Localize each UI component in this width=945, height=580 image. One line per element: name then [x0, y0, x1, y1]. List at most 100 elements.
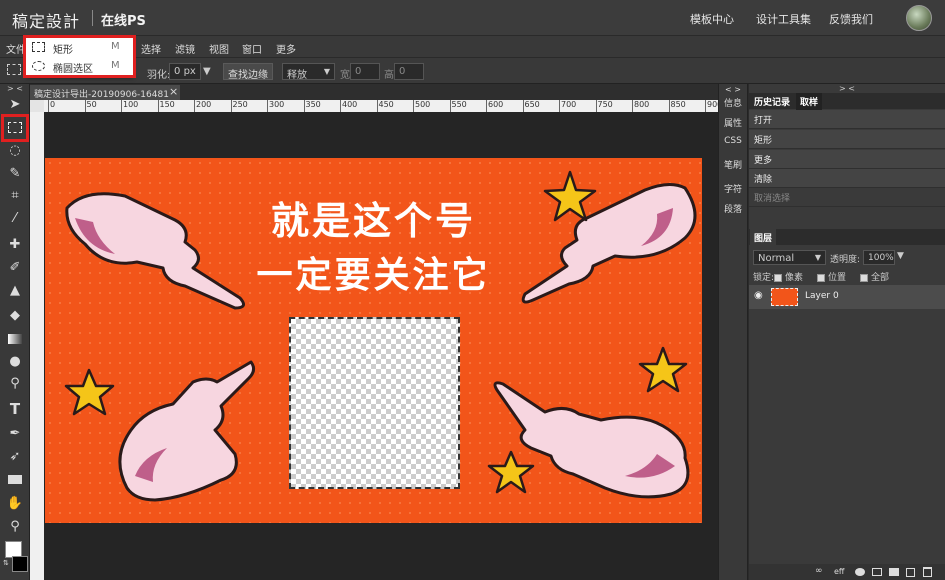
- menu-window[interactable]: 窗口: [242, 41, 262, 56]
- hand-tool-icon[interactable]: ✋: [4, 494, 26, 514]
- panel-css-button[interactable]: CSS: [718, 136, 748, 146]
- ruler-tick: [340, 100, 341, 112]
- ruler-tick: [449, 100, 451, 112]
- panel-paragraph-button[interactable]: 段落: [718, 202, 748, 215]
- refine-edge-button[interactable]: 查找边缘: [223, 63, 273, 81]
- transparent-selection[interactable]: [289, 317, 460, 489]
- history-item-disabled[interactable]: 取消选择: [749, 188, 945, 207]
- zoom-tool-icon[interactable]: ⚲: [4, 517, 26, 537]
- move-tool-icon[interactable]: ➤: [4, 95, 26, 115]
- ruler-tick: [668, 100, 670, 112]
- ruler-tick-label: 700: [561, 100, 577, 109]
- lasso-tool-icon[interactable]: ◌: [4, 141, 26, 161]
- feather-value: 0: [174, 66, 181, 77]
- vertical-ruler: [30, 112, 44, 580]
- nav-template-center[interactable]: 模板中心: [690, 11, 734, 27]
- menu-view[interactable]: 视图: [209, 41, 229, 56]
- lock-position-checkbox[interactable]: 位置: [817, 270, 846, 283]
- star-icon-3: [638, 346, 688, 393]
- fx-icon[interactable]: eff: [834, 567, 844, 576]
- eyedropper-icon[interactable]: ⁄: [4, 209, 26, 229]
- panel-character-button[interactable]: 字符: [718, 182, 748, 195]
- path-select-icon[interactable]: ➶: [4, 447, 26, 467]
- pen-tool-icon[interactable]: ✒: [4, 424, 26, 444]
- tab-history[interactable]: 历史记录: [750, 93, 794, 110]
- ruler-tick: [157, 100, 159, 112]
- menu-more[interactable]: 更多: [276, 41, 296, 56]
- menu-filter[interactable]: 滤镜: [175, 41, 195, 56]
- close-icon[interactable]: ×: [169, 85, 178, 98]
- history-item[interactable]: 打开: [749, 110, 945, 129]
- ruler-tick-label: 50: [86, 100, 97, 109]
- shape-tool-icon[interactable]: [4, 470, 26, 490]
- text-tool-icon[interactable]: T: [4, 399, 26, 419]
- layer-name[interactable]: Layer 0: [805, 291, 839, 301]
- link-layers-icon[interactable]: ∞: [815, 566, 823, 576]
- lock-all-checkbox[interactable]: 全部: [860, 270, 889, 283]
- folder-icon[interactable]: [889, 568, 899, 576]
- ruler-tick: [632, 100, 633, 112]
- mask-icon[interactable]: [872, 568, 882, 576]
- marquee-rect-icon[interactable]: [7, 64, 21, 75]
- lock-label: 锁定:: [753, 273, 775, 283]
- ruler-tick: [267, 100, 268, 112]
- brand-logo[interactable]: 稿定設計: [12, 8, 80, 32]
- document-tab[interactable]: 稿定设计导出-20190906-16481: [30, 85, 180, 100]
- brush-tool-icon[interactable]: ✐: [4, 258, 26, 278]
- ruler-tick-label: 850: [670, 100, 686, 109]
- blur-tool-icon[interactable]: ●: [4, 352, 26, 372]
- width-input[interactable]: 0: [350, 63, 380, 80]
- eraser-tool-icon[interactable]: ◆: [4, 306, 26, 326]
- history-item[interactable]: 矩形: [749, 130, 945, 149]
- ruler-tick-label: 650: [524, 100, 540, 109]
- ruler-tick-label: 250: [232, 100, 248, 109]
- toolbar-collapse-icon[interactable]: > <: [0, 84, 30, 93]
- ruler-tick: [303, 100, 305, 112]
- highlight-box-menu: [23, 35, 136, 78]
- adjustment-icon[interactable]: [855, 568, 865, 576]
- ruler-tick-label: 750: [597, 100, 613, 109]
- new-layer-icon[interactable]: [906, 568, 915, 577]
- feather-dropdown-caret[interactable]: ▼: [203, 66, 211, 77]
- opacity-input[interactable]: 100%: [863, 250, 895, 265]
- ruler-tick-label: 450: [378, 100, 394, 109]
- dodge-tool-icon[interactable]: ⚲: [4, 374, 26, 394]
- gradient-tool-icon[interactable]: [4, 329, 26, 349]
- ruler-tick: [595, 100, 597, 112]
- history-item[interactable]: 清除: [749, 169, 945, 188]
- icon-column-collapse-icon[interactable]: < >: [718, 85, 748, 94]
- lock-pixels-checkbox[interactable]: 像素: [774, 270, 803, 283]
- nav-feedback[interactable]: 反馈我们: [829, 11, 873, 27]
- mode-select[interactable]: 释放 ▼: [282, 63, 335, 81]
- panel-brush-button[interactable]: 笔刷: [718, 158, 748, 171]
- opacity-label: 透明度:: [830, 255, 861, 265]
- trash-icon[interactable]: [923, 567, 932, 577]
- history-item[interactable]: 更多: [749, 150, 945, 169]
- feather-label: 羽化:: [147, 70, 171, 81]
- crop-tool-icon[interactable]: ⌗: [4, 186, 26, 206]
- hand-bottom-right-icon: [493, 381, 690, 499]
- horizontal-ruler: 0 50 100 150 200 250 300 350 400 450 500 550 600 650 7…: [44, 100, 718, 112]
- nav-design-tools[interactable]: 设计工具集: [756, 11, 811, 27]
- right-panel-collapse-icon[interactable]: > <: [749, 84, 945, 93]
- height-input[interactable]: 0: [394, 63, 424, 80]
- panel-info-button[interactable]: 信息: [718, 96, 748, 109]
- heal-tool-icon[interactable]: ✚: [4, 235, 26, 255]
- avatar[interactable]: [906, 5, 932, 31]
- tab-sample[interactable]: 取样: [796, 93, 823, 110]
- ruler-tick: [376, 100, 378, 112]
- panel-properties-button[interactable]: 属性: [718, 116, 748, 129]
- menu-select[interactable]: 选择: [141, 41, 161, 56]
- feather-input[interactable]: 0 px: [169, 63, 201, 80]
- eye-icon[interactable]: ◉: [754, 290, 763, 301]
- swap-colors-icon[interactable]: ⇅: [3, 559, 9, 567]
- stamp-tool-icon[interactable]: ▲: [4, 281, 26, 301]
- ruler-tick: [705, 100, 706, 112]
- background-color-swatch[interactable]: [12, 556, 28, 572]
- blend-mode-select[interactable]: Normal ▼: [753, 250, 826, 265]
- ruler-tick: [121, 100, 122, 112]
- ruler-tick-label: 550: [451, 100, 467, 109]
- quick-select-icon[interactable]: ✎: [4, 164, 26, 184]
- tab-layers[interactable]: 图层: [750, 229, 777, 246]
- opacity-dropdown-caret[interactable]: ▼: [897, 251, 904, 261]
